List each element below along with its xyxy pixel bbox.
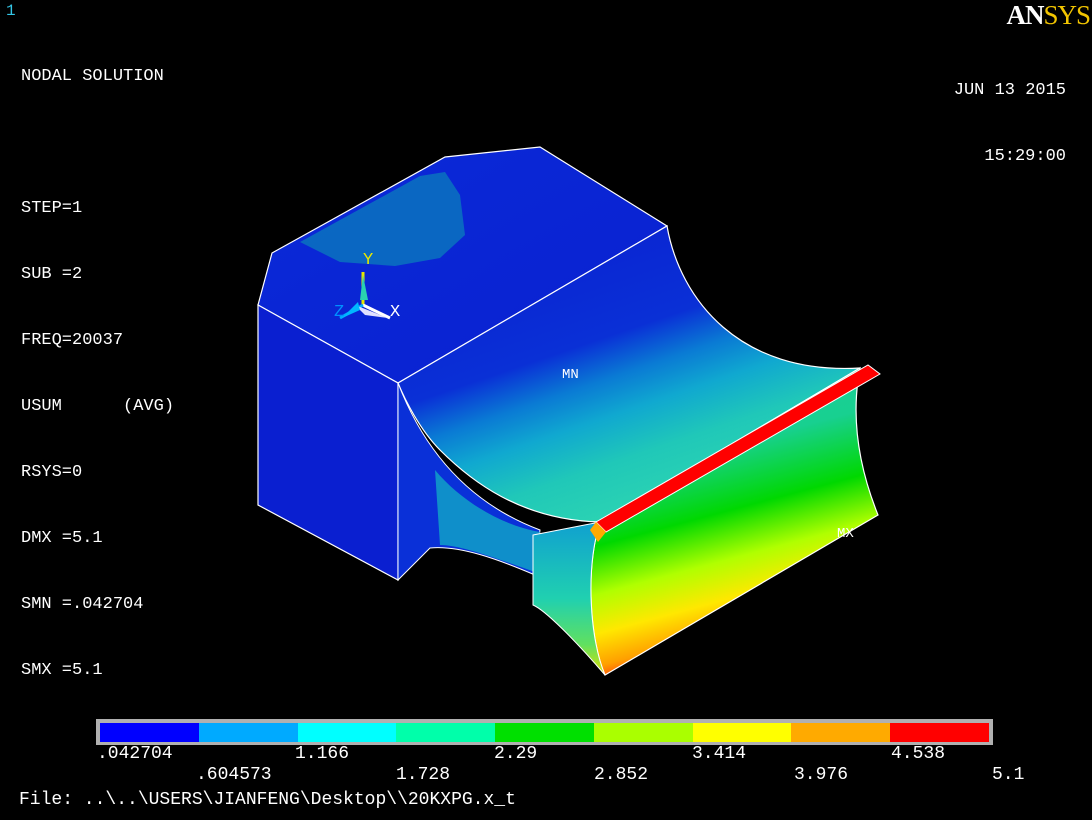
contour-legend-bar <box>96 719 993 745</box>
legend-label: 2.29 <box>494 744 538 764</box>
legend-color-segment <box>297 723 397 742</box>
max-marker: MX <box>837 526 854 542</box>
legend-color-segment <box>593 723 693 742</box>
legend-label: 1.728 <box>396 765 451 785</box>
legend-color-segment <box>396 723 496 742</box>
legend-color-segment <box>198 723 298 742</box>
legend-label: .604573 <box>196 765 272 785</box>
legend-label: .042704 <box>97 744 173 764</box>
legend-color-segment <box>791 723 891 742</box>
legend-color-segment <box>692 723 792 742</box>
legend-label: 3.976 <box>794 765 849 785</box>
legend-label: 5.1 <box>992 765 1025 785</box>
fea-model-view[interactable]: Y X Z MN MX <box>0 0 1092 820</box>
legend-color-segment <box>100 723 199 742</box>
triad-y-label: Y <box>363 251 373 270</box>
legend-color-segment <box>495 723 594 742</box>
legend-label: 1.166 <box>295 744 350 764</box>
legend-label: 3.414 <box>692 744 747 764</box>
legend-label: 4.538 <box>891 744 946 764</box>
legend-color-segment <box>890 723 990 742</box>
legend-label: 2.852 <box>594 765 649 785</box>
top-contour-region <box>300 172 465 266</box>
triad-z-label: Z <box>334 303 344 322</box>
file-path-line: File: ..\..\USERS\JIANFENG\Desktop\\20KX… <box>19 790 516 810</box>
min-marker: MN <box>562 367 579 383</box>
triad-x-label: X <box>390 303 400 322</box>
